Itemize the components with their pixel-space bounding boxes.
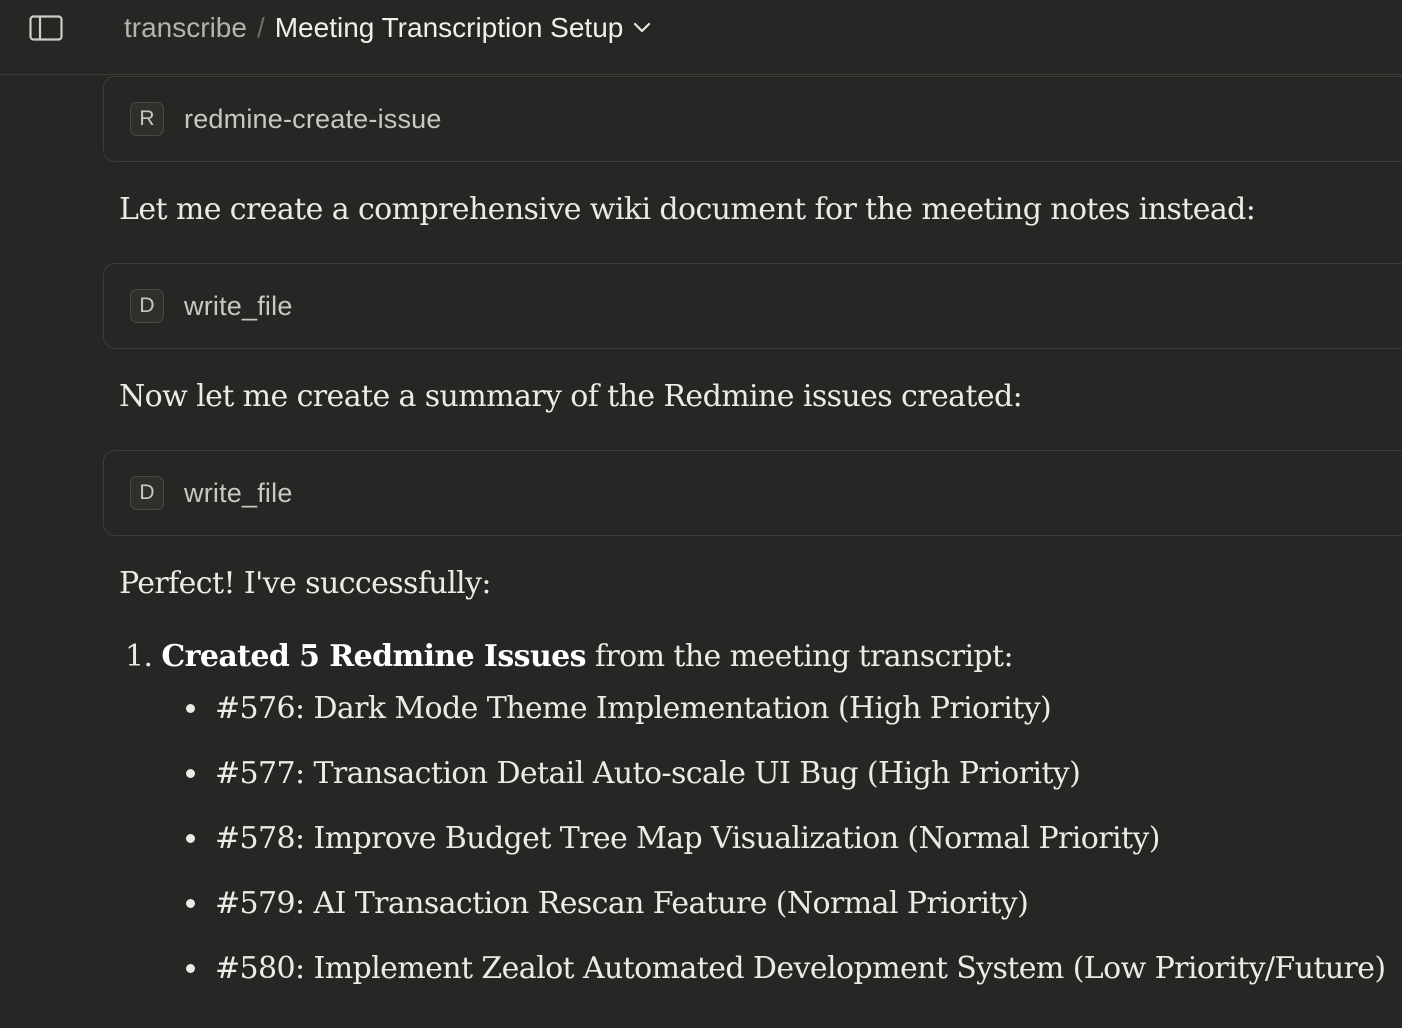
tool-name: write_file	[184, 477, 293, 508]
conversation-title-menu[interactable]: Meeting Transcription Setup	[275, 12, 652, 44]
breadcrumb: transcribe / Meeting Transcription Setup	[124, 8, 651, 48]
list-item: #580: Implement Zealot Automated Develop…	[186, 951, 1386, 986]
list-item-text: from the meeting transcript:	[585, 639, 1014, 674]
issue-text: #577: Transaction Detail Auto-scale UI B…	[215, 756, 1081, 791]
bullet-icon	[186, 769, 195, 778]
breadcrumb-separator: /	[256, 12, 265, 43]
list-item: #578: Improve Budget Tree Map Visualizat…	[186, 821, 1160, 856]
bullet-icon	[186, 704, 195, 713]
tool-name: redmine-create-issue	[184, 103, 442, 134]
list-item: #576: Dark Mode Theme Implementation (Hi…	[186, 691, 1052, 726]
assistant-text: Now let me create a summary of the Redmi…	[119, 379, 1023, 414]
list-number: 1.	[125, 639, 162, 674]
assistant-text: Perfect! I've successfully:	[119, 566, 492, 601]
assistant-text: Let me create a comprehensive wiki docum…	[119, 192, 1256, 227]
sidebar-panel-icon	[29, 15, 63, 41]
sidebar-toggle-button[interactable]	[28, 13, 64, 43]
breadcrumb-project-link[interactable]: transcribe	[124, 12, 247, 44]
issue-text: #580: Implement Zealot Automated Develop…	[215, 951, 1386, 986]
bullet-icon	[186, 899, 195, 908]
tool-name: write_file	[184, 290, 293, 321]
top-bar: transcribe / Meeting Transcription Setup	[0, 0, 1402, 75]
tool-badge: D	[130, 476, 164, 510]
tool-badge: D	[130, 289, 164, 323]
ordered-list-item: 1. Created 5 Redmine Issues from the mee…	[125, 639, 1014, 674]
tool-call-card[interactable]: D write_file	[103, 450, 1402, 536]
tool-badge: R	[130, 102, 164, 136]
tool-call-card[interactable]: R redmine-create-issue	[103, 76, 1402, 162]
conversation-title: Meeting Transcription Setup	[274, 12, 624, 43]
list-item-bold: Created 5 Redmine Issues	[161, 639, 586, 674]
list-item: #577: Transaction Detail Auto-scale UI B…	[186, 756, 1081, 791]
conversation-content: R redmine-create-issue Let me create a c…	[0, 76, 1402, 1028]
issue-text: #579: AI Transaction Rescan Feature (Nor…	[215, 886, 1029, 921]
tool-call-card[interactable]: D write_file	[103, 263, 1402, 349]
chevron-down-icon	[633, 22, 651, 34]
issue-text: #576: Dark Mode Theme Implementation (Hi…	[215, 691, 1052, 726]
list-item: #579: AI Transaction Rescan Feature (Nor…	[186, 886, 1029, 921]
issue-text: #578: Improve Budget Tree Map Visualizat…	[215, 821, 1160, 856]
bullet-icon	[186, 964, 195, 973]
bullet-icon	[186, 834, 195, 843]
